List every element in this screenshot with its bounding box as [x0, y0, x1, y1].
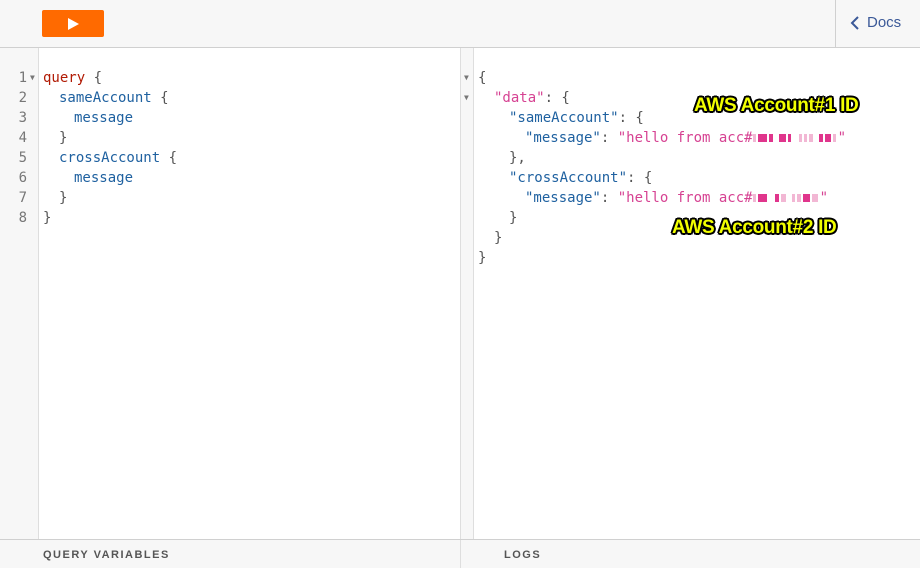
code-line: crossAccount { [59, 148, 177, 168]
field-name: message [74, 110, 134, 126]
line-number: 3 [18, 110, 27, 126]
docs-label: Docs [867, 14, 902, 31]
line-number: 2 [18, 90, 27, 106]
docs-button[interactable]: Docs [850, 14, 901, 31]
json-key: "sameAccount" [509, 110, 619, 126]
field-name: message [74, 170, 134, 186]
json-string-end: " [819, 190, 829, 206]
json-line: "message": "hello from acc# " [525, 128, 846, 148]
brace: : { [544, 90, 570, 106]
json-line: } [478, 248, 486, 268]
annotation-account1: AWS Account#1 ID [694, 95, 859, 116]
brace: { [160, 150, 178, 166]
line-number: 6 [18, 170, 27, 186]
execute-query-button[interactable] [42, 10, 104, 37]
chevron-left-icon [850, 15, 860, 31]
code-line: } [59, 128, 67, 148]
json-line: { [478, 68, 486, 88]
field-name: crossAccount [59, 150, 161, 166]
json-line: "message": "hello from acc# " [525, 188, 828, 208]
logs-tab[interactable]: LOGS [504, 549, 541, 561]
fold-arrow-icon[interactable]: ▼ [464, 88, 469, 108]
query-keyword: query [43, 70, 86, 86]
brace: { [151, 90, 169, 106]
fold-arrow-icon[interactable]: ▼ [464, 68, 469, 88]
brace: } [59, 130, 68, 146]
bottom-bar: QUERY VARIABLES LOGS [0, 539, 920, 568]
line-number: 7 [18, 190, 27, 206]
json-string-value: "hello from acc# [617, 190, 753, 206]
redacted-account-id [752, 188, 820, 208]
brace: } [509, 210, 518, 226]
line-number: 5 [18, 150, 27, 166]
brace: : { [618, 110, 644, 126]
brace: } [494, 230, 503, 246]
toolbar: Docs [0, 0, 920, 48]
brace: { [478, 70, 487, 86]
result-viewer-gutter: ▼ ▼ [461, 48, 474, 539]
separator: : [600, 130, 618, 146]
code-line: sameAccount { [59, 88, 169, 108]
json-line: } [509, 208, 517, 228]
json-string-value: "hello from acc# [617, 130, 753, 146]
code-line: query { [43, 68, 102, 88]
code-line: message [74, 168, 133, 188]
json-line: "sameAccount": { [509, 108, 644, 128]
line-number: 1 [18, 70, 27, 86]
play-icon [68, 17, 79, 30]
query-editor-gutter: 1 ▼ 2 3 4 5 6 7 8 [0, 48, 39, 539]
code-line: } [59, 188, 67, 208]
docs-panel-toggle: Docs [835, 0, 920, 47]
fold-arrow-icon[interactable]: ▼ [30, 68, 35, 88]
json-key: "message" [525, 130, 601, 146]
code-line: } [43, 208, 51, 228]
json-string-end: " [837, 130, 847, 146]
result-viewer: { "data": { "sameAccount": { "message": … [474, 48, 920, 539]
brace: : { [627, 170, 653, 186]
json-key: "message" [525, 190, 601, 206]
line-number: 4 [18, 130, 27, 146]
brace: { [85, 70, 103, 86]
query-variables-tab[interactable]: QUERY VARIABLES [43, 549, 170, 561]
line-number: 8 [18, 210, 27, 226]
json-line: } [494, 228, 502, 248]
json-line: "crossAccount": { [509, 168, 652, 188]
separator: : [600, 190, 618, 206]
query-editor[interactable]: query { sameAccount { message } crossAcc… [39, 48, 461, 539]
json-line: }, [509, 148, 526, 168]
json-line: "data": { [494, 88, 570, 108]
json-key: "crossAccount" [509, 170, 628, 186]
annotation-account2: AWS Account#2 ID [672, 217, 837, 238]
redacted-account-id [752, 128, 838, 148]
brace: } [478, 250, 487, 266]
code-line: message [74, 108, 133, 128]
divider [460, 540, 461, 568]
brace: }, [509, 150, 526, 166]
brace: } [43, 210, 52, 226]
field-name: sameAccount [59, 90, 152, 106]
brace: } [59, 190, 68, 206]
json-key: "data" [494, 90, 545, 106]
